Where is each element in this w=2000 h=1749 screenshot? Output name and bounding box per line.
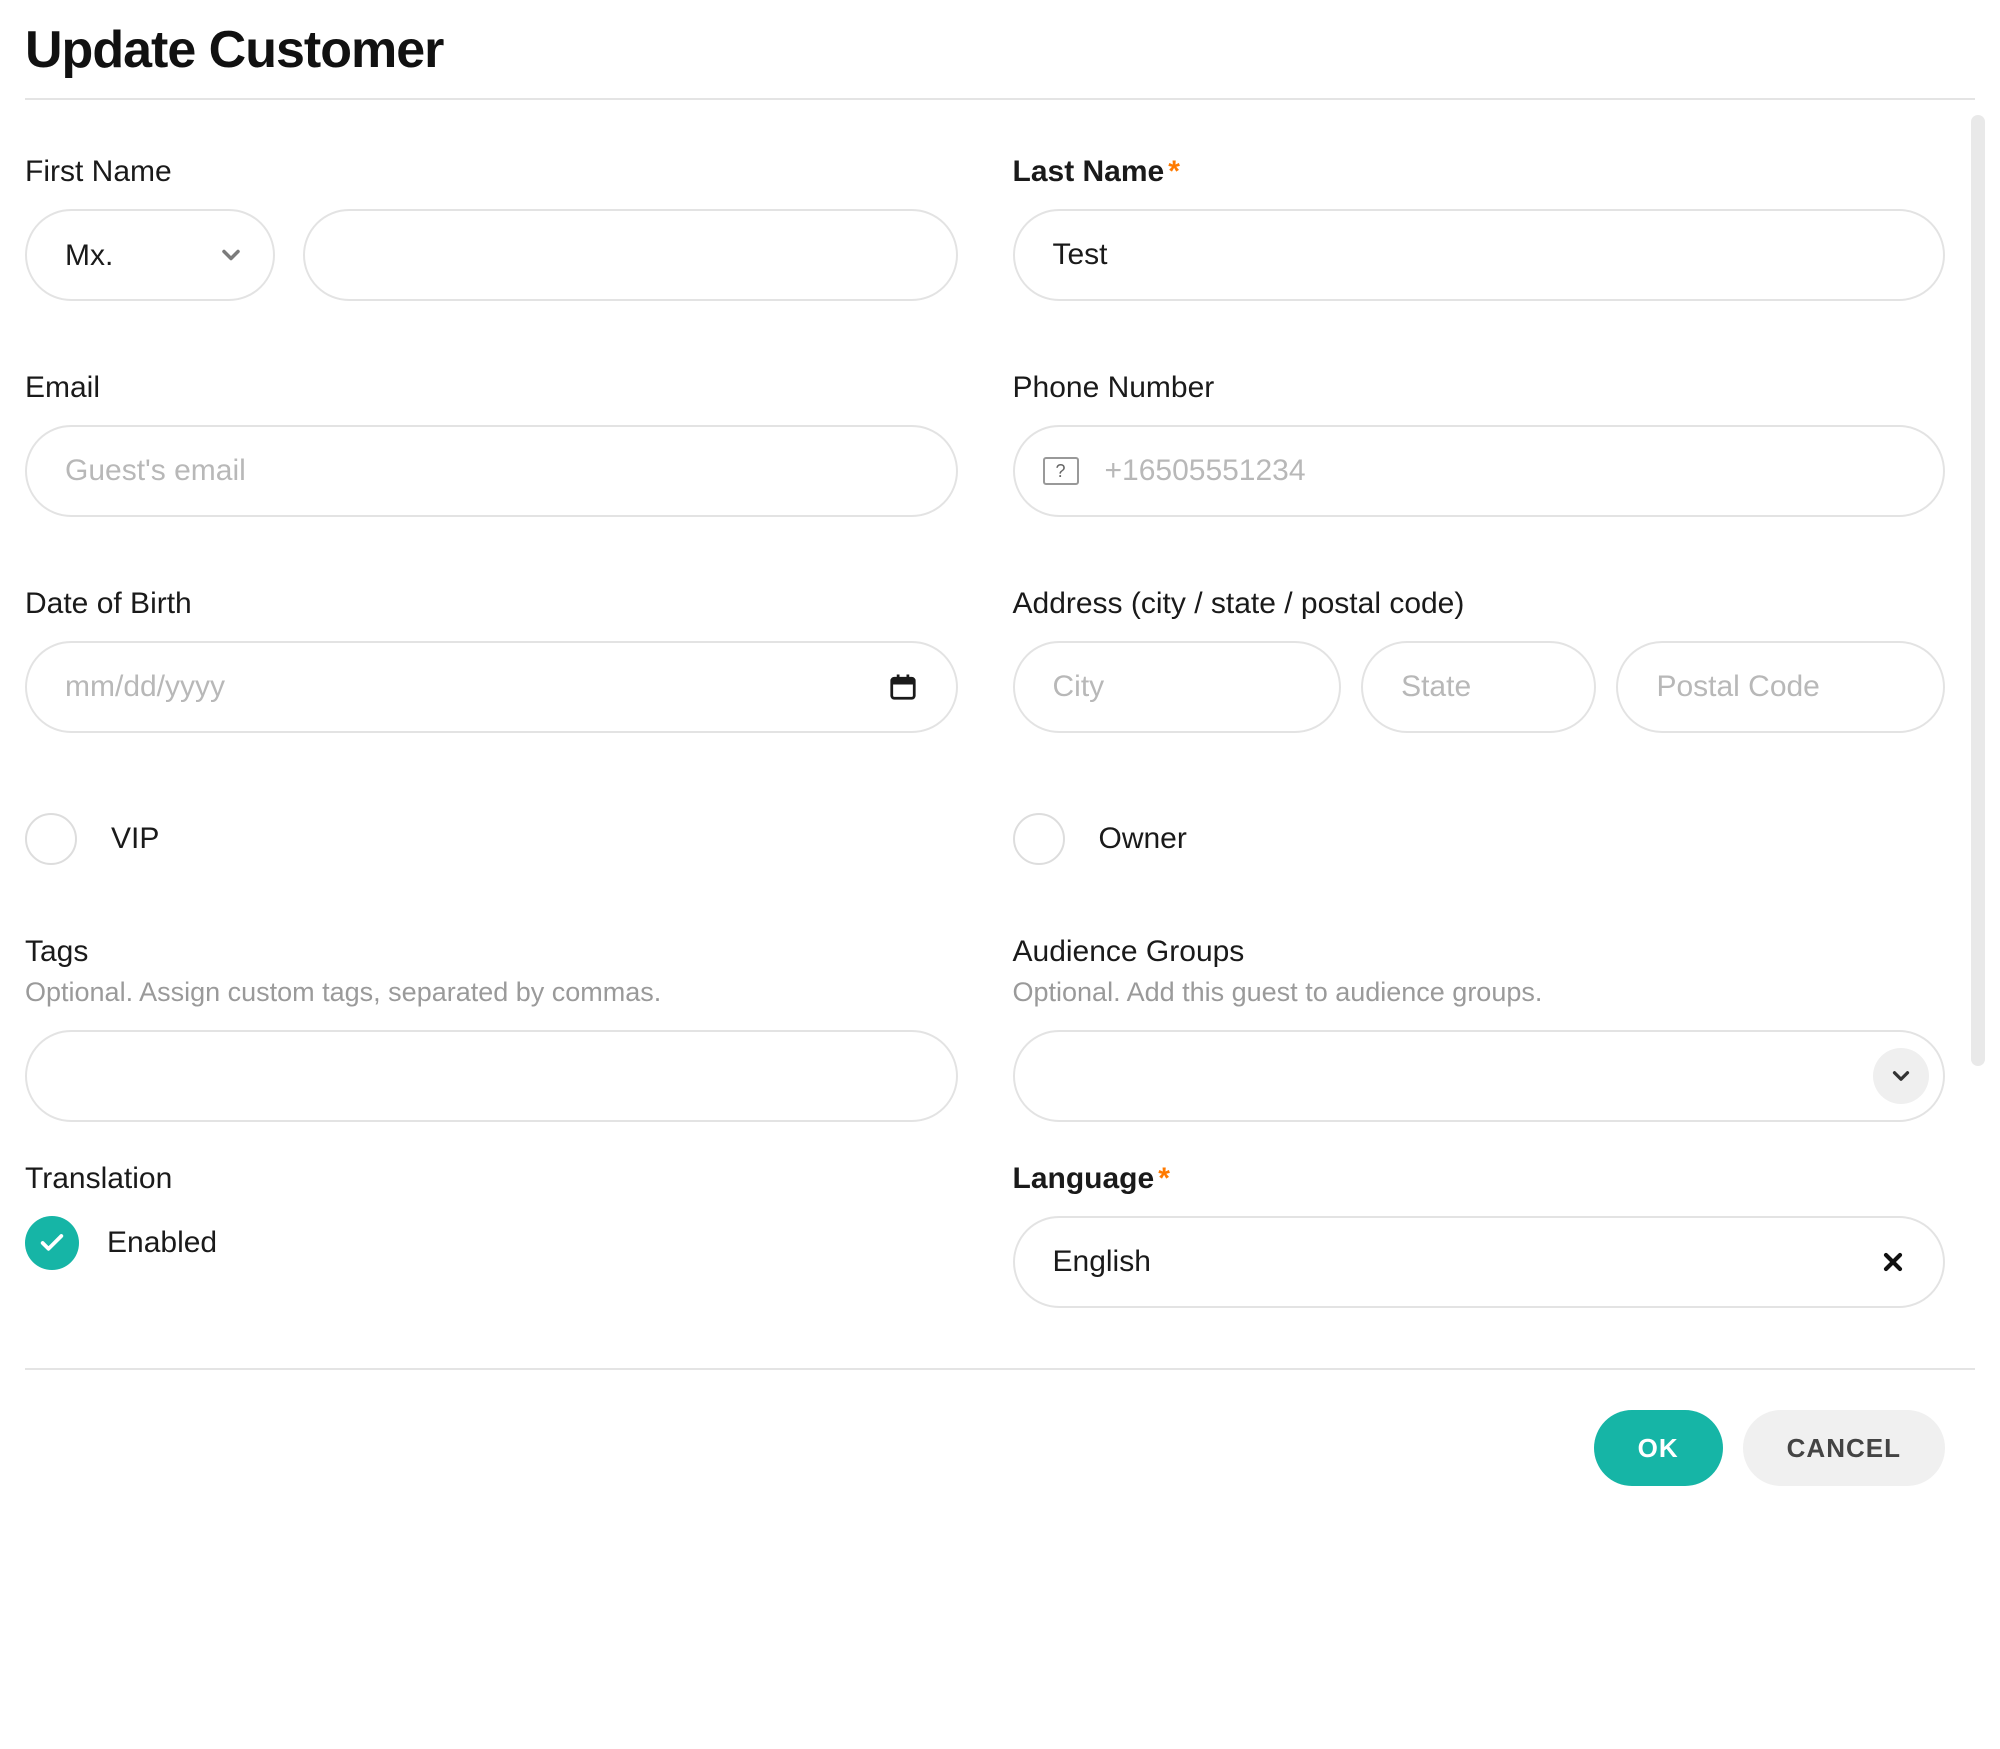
tags-field: Tags Optional. Assign custom tags, separ… xyxy=(25,935,958,1122)
clear-language-button[interactable] xyxy=(1879,1248,1907,1276)
language-label-text: Language xyxy=(1013,1162,1155,1195)
translation-field: Translation Enabled xyxy=(25,1162,958,1308)
required-star-icon: * xyxy=(1168,155,1180,188)
state-input[interactable] xyxy=(1361,641,1596,733)
audience-help: Optional. Add this guest to audience gro… xyxy=(1013,977,1946,1008)
language-field: Language* xyxy=(1013,1162,1946,1308)
audience-label: Audience Groups xyxy=(1013,935,1946,969)
translation-status: Enabled xyxy=(107,1226,217,1260)
owner-field: Owner xyxy=(1013,803,1946,865)
tags-help: Optional. Assign custom tags, separated … xyxy=(25,977,958,1008)
page-title: Update Customer xyxy=(25,20,1975,80)
footer-actions: OK CANCEL xyxy=(25,1410,1975,1486)
phone-input[interactable] xyxy=(1013,425,1946,517)
email-field: Email xyxy=(25,371,958,517)
email-label: Email xyxy=(25,371,958,405)
vip-label: VIP xyxy=(111,822,159,856)
phone-field: Phone Number ? xyxy=(1013,371,1946,517)
last-name-label-text: Last Name xyxy=(1013,155,1165,188)
language-input[interactable] xyxy=(1013,1216,1946,1308)
owner-radio[interactable] xyxy=(1013,813,1065,865)
dob-label: Date of Birth xyxy=(25,587,958,621)
first-name-field: First Name Mx. xyxy=(25,155,958,301)
title-select-wrap: Mx. xyxy=(25,209,275,301)
last-name-field: Last Name* xyxy=(1013,155,1946,301)
cancel-button[interactable]: CANCEL xyxy=(1743,1410,1945,1486)
audience-dropdown-icon[interactable] xyxy=(1873,1048,1929,1104)
dob-field: Date of Birth xyxy=(25,587,958,733)
form-grid: First Name Mx. Last Name* xyxy=(25,155,1975,1308)
tags-label: Tags xyxy=(25,935,958,969)
first-name-label: First Name xyxy=(25,155,958,189)
last-name-input[interactable] xyxy=(1013,209,1946,301)
dob-input[interactable] xyxy=(25,641,958,733)
title-select[interactable]: Mx. xyxy=(25,209,275,301)
translation-label: Translation xyxy=(25,1162,958,1196)
close-icon xyxy=(1879,1248,1907,1276)
phone-country-indicator[interactable]: ? xyxy=(1043,457,1079,485)
tags-input[interactable] xyxy=(25,1030,958,1122)
audience-field: Audience Groups Optional. Add this guest… xyxy=(1013,935,1946,1122)
scrollbar[interactable] xyxy=(1971,115,1985,1066)
first-name-input[interactable] xyxy=(303,209,958,301)
postal-input[interactable] xyxy=(1616,641,1945,733)
check-icon xyxy=(38,1229,66,1257)
last-name-label: Last Name* xyxy=(1013,155,1946,189)
city-input[interactable] xyxy=(1013,641,1342,733)
header-divider xyxy=(25,98,1975,100)
address-field: Address (city / state / postal code) xyxy=(1013,587,1946,733)
language-label: Language* xyxy=(1013,1162,1946,1196)
vip-radio[interactable] xyxy=(25,813,77,865)
audience-input[interactable] xyxy=(1013,1030,1946,1122)
address-label: Address (city / state / postal code) xyxy=(1013,587,1946,621)
owner-label: Owner xyxy=(1099,822,1187,856)
required-star-icon: * xyxy=(1158,1162,1170,1195)
ok-button[interactable]: OK xyxy=(1594,1410,1723,1486)
vip-field: VIP xyxy=(25,803,958,865)
translation-toggle[interactable] xyxy=(25,1216,79,1270)
phone-label: Phone Number xyxy=(1013,371,1946,405)
footer-divider xyxy=(25,1368,1975,1370)
email-input[interactable] xyxy=(25,425,958,517)
